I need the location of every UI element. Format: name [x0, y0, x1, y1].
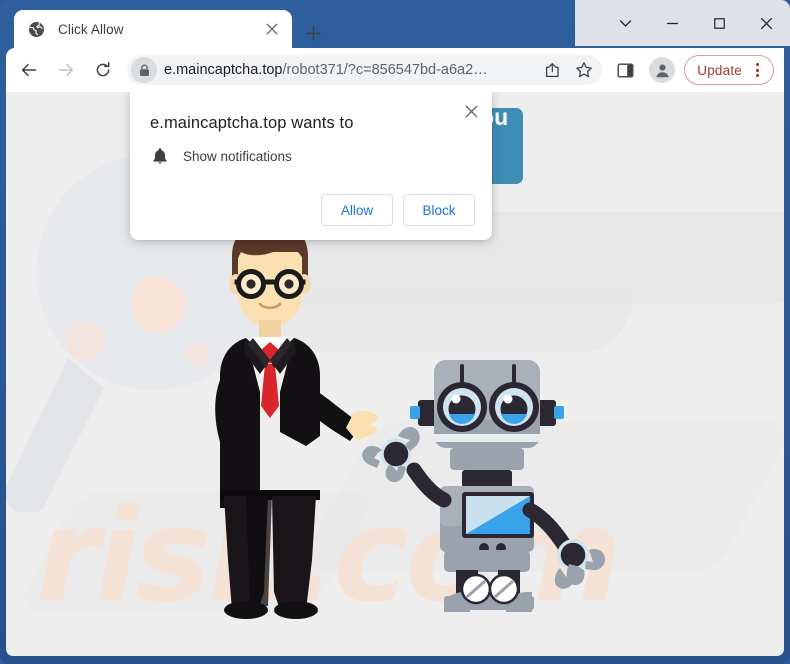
window-caption-buttons: [575, 0, 790, 46]
lock-icon[interactable]: [131, 57, 157, 83]
profile-avatar[interactable]: [649, 57, 676, 83]
tab-strip: Click Allow: [0, 0, 790, 48]
reload-button[interactable]: [89, 56, 117, 84]
notification-permission-dialog: e.maincaptcha.top wants to Show notifica…: [130, 92, 492, 240]
close-button[interactable]: [743, 0, 790, 46]
businessman-figure: [215, 218, 378, 619]
back-button[interactable]: [15, 56, 43, 84]
forward-button[interactable]: [52, 56, 80, 84]
url-path: /robot371/?c=856547bd-a6a2…: [282, 62, 488, 78]
three-dot-menu-icon[interactable]: [745, 58, 769, 82]
browser-tab[interactable]: Click Allow: [14, 10, 292, 48]
url-host: e.maincaptcha.top: [164, 62, 283, 78]
maximize-button[interactable]: [696, 0, 743, 46]
tab-title: Click Allow: [58, 21, 124, 37]
update-button[interactable]: Update: [684, 55, 774, 85]
new-tab-button[interactable]: [300, 20, 326, 46]
browser-window: Click Allow e.maincaptcha.top/robot371/?…: [0, 0, 790, 664]
robot-figure: [362, 360, 606, 612]
browser-toolbar: e.maincaptcha.top/robot371/?c=856547bd-a…: [6, 48, 784, 92]
tab-close-icon[interactable]: [262, 19, 282, 39]
side-panel-icon[interactable]: [610, 55, 640, 85]
tab-search-button[interactable]: [602, 0, 649, 46]
permission-label: Show notifications: [183, 148, 292, 164]
dialog-actions: Allow Block: [321, 194, 475, 226]
star-icon[interactable]: [570, 56, 598, 84]
allow-button[interactable]: Allow: [321, 194, 393, 226]
url-text: e.maincaptcha.top/robot371/?c=856547bd-a…: [164, 62, 538, 78]
page-viewport: risk.com Confirm you are not a robot!: [6, 92, 784, 656]
address-bar[interactable]: e.maincaptcha.top/robot371/?c=856547bd-a…: [127, 55, 603, 85]
update-label: Update: [697, 62, 742, 78]
minimize-button[interactable]: [649, 0, 696, 46]
dialog-close-icon[interactable]: [458, 98, 484, 124]
globe-icon: [28, 20, 45, 38]
bell-icon: [150, 146, 170, 166]
block-button[interactable]: Block: [403, 194, 475, 226]
dialog-title: e.maincaptcha.top wants to: [150, 114, 354, 132]
permission-row: Show notifications: [150, 146, 292, 166]
share-icon[interactable]: [538, 56, 566, 84]
